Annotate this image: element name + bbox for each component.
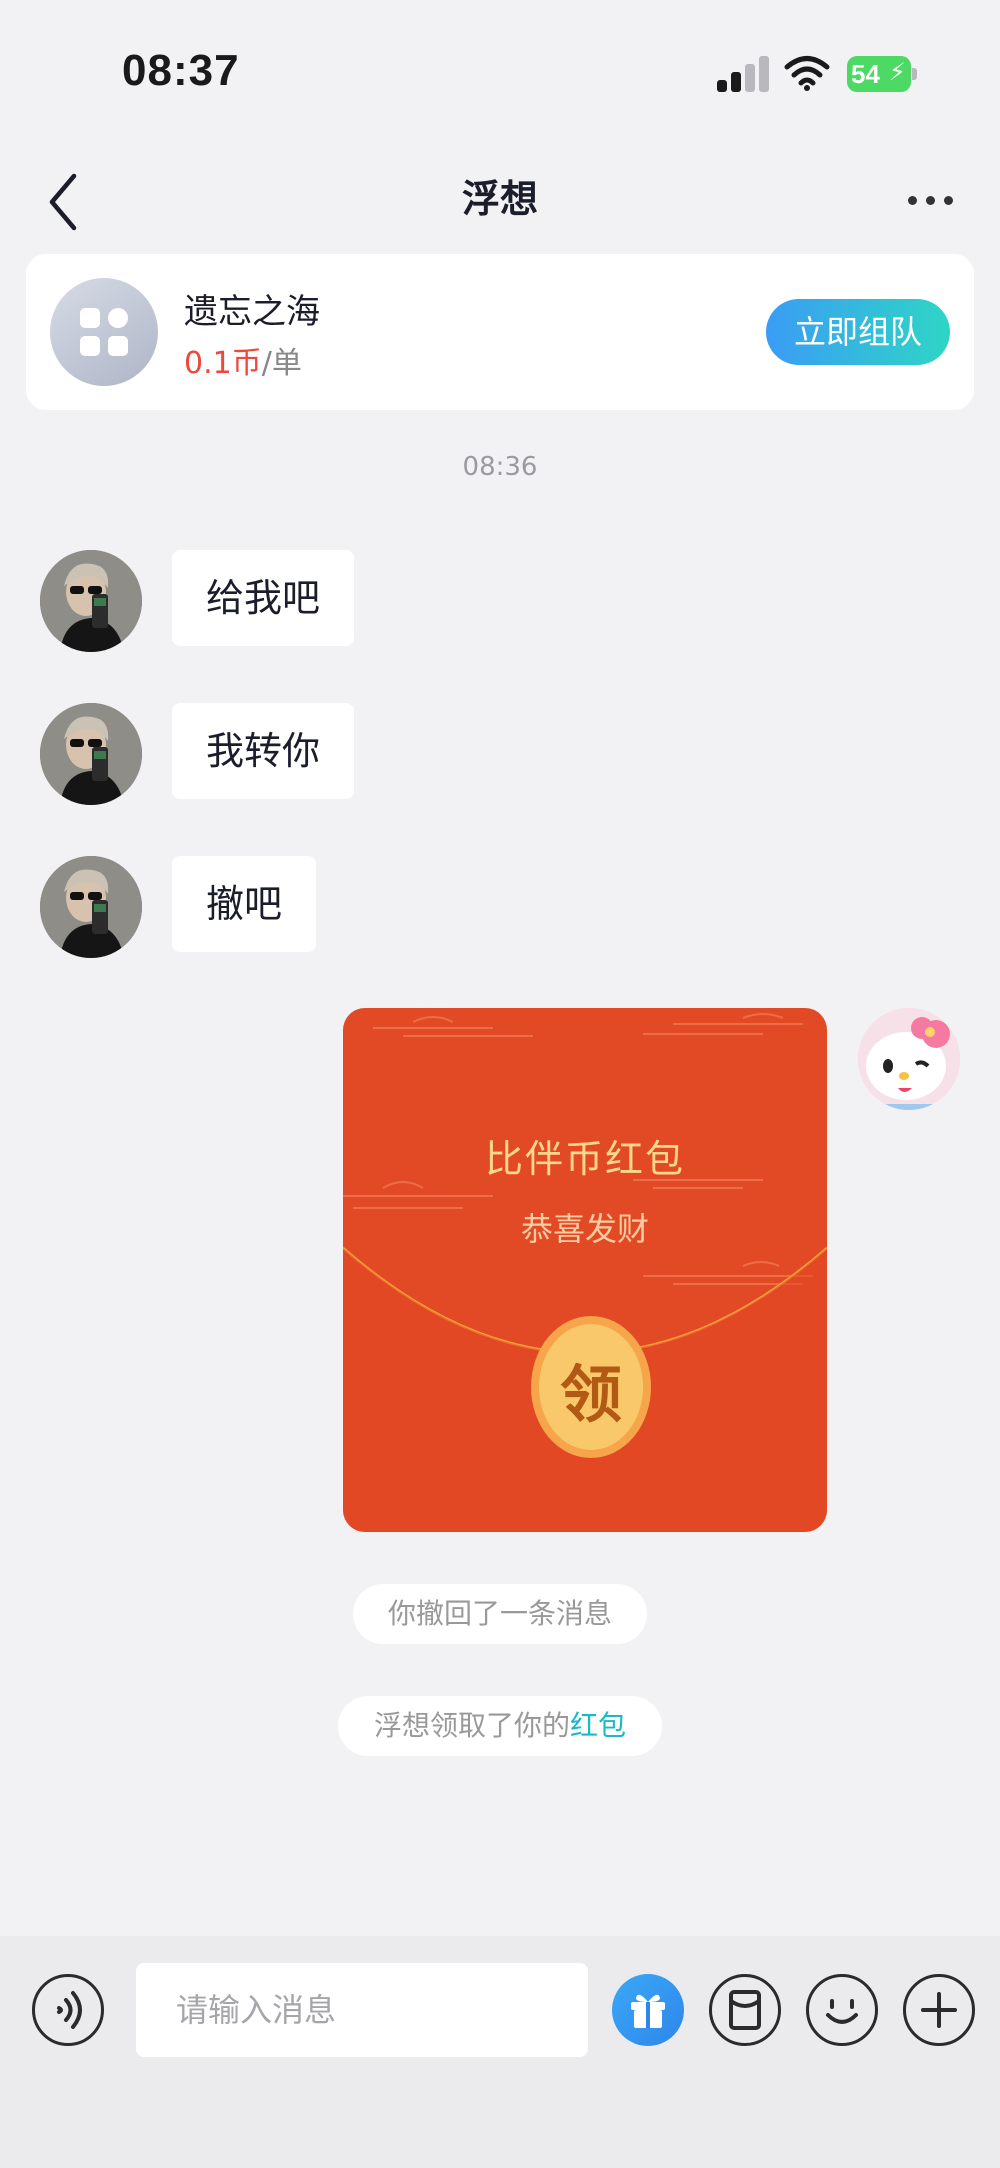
voice-button[interactable] (32, 1974, 104, 2046)
signal-icon (717, 56, 769, 92)
game-grid-icon (50, 278, 158, 386)
price-unit: /单 (261, 346, 302, 381)
gift-icon (631, 1994, 665, 2028)
status-time: 08:37 (122, 46, 240, 95)
wifi-icon (784, 54, 830, 92)
price-amount: 0.1币 (184, 346, 262, 381)
status-bar: 08:37 54 ⚡ (0, 0, 1000, 150)
avatar[interactable] (40, 703, 142, 805)
red-packet-link[interactable]: 红包 (570, 1709, 626, 1742)
recall-notice: 你撤回了一条消息 (353, 1584, 647, 1644)
red-packet-card[interactable]: 比伴币红包 恭喜发财 领 (343, 1008, 827, 1532)
message-timestamp: 08:36 (462, 452, 538, 482)
message-row: 给我吧 (0, 550, 1000, 652)
red-packet-subtitle: 恭喜发财 (520, 1210, 649, 1248)
red-packet-title: 比伴币红包 (484, 1137, 685, 1181)
game-name: 遗忘之海 (184, 292, 320, 332)
game-price: 0.1币/单 (184, 338, 302, 382)
battery-icon: 54 ⚡ (847, 56, 917, 92)
chat-screen: 08:37 54 ⚡ 浮想 遗忘之海 0.1币/单 立即组队 08:36 给我吧… (0, 0, 1000, 2168)
more-button[interactable] (900, 186, 960, 216)
voice-icon (57, 1991, 82, 2029)
red-packet-button[interactable] (709, 1974, 781, 2046)
gift-button[interactable] (612, 1974, 684, 2046)
claim-button[interactable]: 领 (531, 1344, 651, 1434)
received-notice: 浮想领取了你的红包 (338, 1696, 662, 1756)
received-notice-text: 浮想领取了你的 (373, 1709, 570, 1742)
message-bubble[interactable]: 给我吧 (172, 550, 355, 646)
message-input[interactable] (136, 1963, 588, 2057)
team-up-button[interactable]: 立即组队 (766, 299, 950, 365)
emoji-icon (826, 1999, 858, 2024)
message-row: 我转你 (0, 703, 1000, 805)
avatar[interactable] (40, 550, 142, 652)
game-card[interactable]: 遗忘之海 0.1币/单 立即组队 (26, 254, 974, 410)
battery-level: 54 (851, 59, 880, 89)
more-functions-button[interactable] (903, 1974, 975, 2046)
message-row: 撤吧 (0, 856, 1000, 958)
red-packet-send-icon (729, 1990, 761, 2030)
nav-bar: 浮想 (0, 150, 1000, 250)
input-bar (0, 1936, 1000, 2168)
plus-icon (921, 1992, 957, 2028)
message-bubble[interactable]: 撤吧 (172, 856, 317, 952)
more-icon (908, 196, 917, 205)
emoji-button[interactable] (806, 1974, 878, 2046)
my-avatar[interactable] (858, 1008, 960, 1110)
message-bubble[interactable]: 我转你 (172, 703, 355, 799)
page-title: 浮想 (461, 177, 538, 221)
avatar[interactable] (40, 856, 142, 958)
